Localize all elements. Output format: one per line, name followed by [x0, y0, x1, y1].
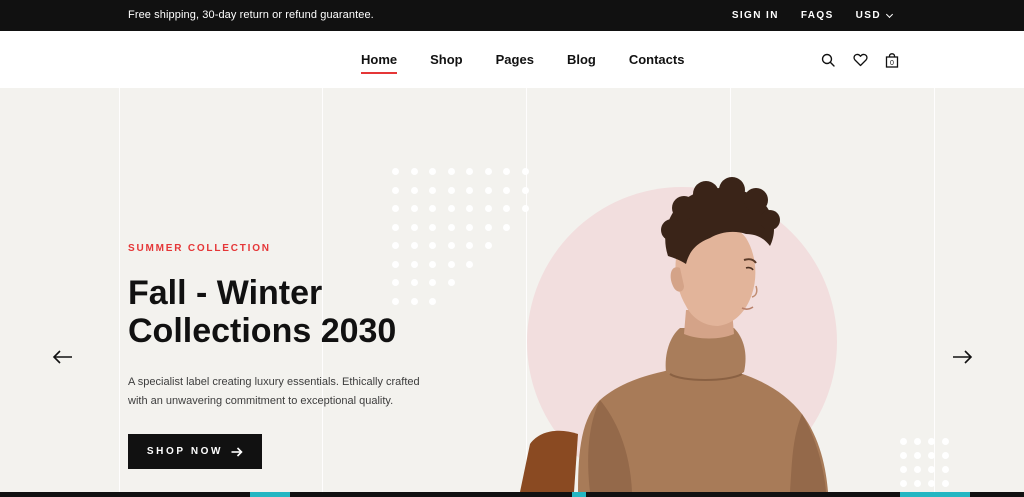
dot	[942, 480, 949, 487]
dot	[914, 466, 921, 473]
grid-line	[119, 88, 120, 492]
dot	[447, 168, 455, 175]
dot	[392, 186, 399, 194]
dot	[466, 242, 473, 249]
dot	[429, 186, 436, 194]
dot	[410, 260, 418, 268]
search-icon[interactable]	[820, 52, 836, 68]
slider-next-button[interactable]	[951, 346, 973, 368]
dot	[410, 223, 418, 231]
currency-label: USD	[855, 10, 881, 21]
promo-text: Free shipping, 30-day return or refund g…	[128, 9, 374, 21]
dot	[928, 452, 935, 459]
dot	[392, 168, 399, 175]
dot	[503, 186, 510, 194]
dot	[392, 205, 399, 212]
dot	[410, 242, 418, 249]
decorative-strip	[250, 492, 290, 497]
dot	[410, 168, 418, 175]
hero-title: Fall - Winter Collections 2030	[128, 274, 488, 350]
bag-icon[interactable]: 0	[884, 52, 900, 68]
dot	[429, 260, 436, 268]
header-icons: 0	[820, 52, 900, 68]
dot	[429, 205, 436, 212]
hero-eyebrow: SUMMER COLLECTION	[128, 243, 271, 254]
currency-select[interactable]: USD	[855, 10, 894, 21]
cart-count: 0	[890, 60, 894, 67]
dot	[484, 168, 492, 175]
dot	[503, 205, 510, 212]
dot	[392, 242, 399, 249]
dot	[466, 260, 473, 268]
dot	[484, 242, 492, 249]
chevron-down-icon	[885, 10, 894, 18]
main-header: Home Shop Pages Blog Contacts 0	[0, 31, 1024, 88]
nav-item-contacts[interactable]: Contacts	[629, 52, 685, 67]
slider-prev-button[interactable]	[52, 346, 74, 368]
dot	[447, 242, 455, 249]
dot	[466, 223, 473, 231]
dot	[484, 205, 492, 212]
shop-now-label: SHOP NOW	[146, 446, 224, 457]
dot	[429, 168, 436, 175]
dot	[942, 452, 949, 459]
arrow-right-icon	[231, 446, 243, 457]
dot	[410, 186, 418, 194]
hero-slider: SUMMER COLLECTION Fall - Winter Collecti…	[0, 88, 1024, 492]
dot	[928, 438, 935, 445]
decorative-strip	[900, 492, 970, 497]
dot	[484, 223, 492, 231]
arrow-right-icon	[953, 350, 973, 364]
dot	[914, 452, 921, 459]
nav-item-home[interactable]: Home	[361, 52, 398, 74]
dot	[503, 223, 510, 231]
hero-description-line: A specialist label creating luxury essen…	[128, 376, 420, 388]
faqs-link[interactable]: FAQS	[801, 10, 834, 21]
dot	[466, 205, 473, 212]
dot	[447, 223, 455, 231]
decorative-strip	[572, 492, 586, 497]
dot	[914, 438, 921, 445]
model-image	[520, 177, 828, 492]
dot	[942, 466, 949, 473]
arrow-left-icon	[52, 350, 72, 364]
dot	[942, 438, 949, 445]
next-section-edge	[0, 492, 1024, 497]
dot	[900, 480, 907, 487]
hero-title-line: Collections 2030	[128, 312, 397, 350]
dot	[484, 186, 492, 194]
dot	[429, 223, 436, 231]
nav-item-blog[interactable]: Blog	[567, 52, 596, 67]
dot	[900, 466, 907, 473]
heart-icon[interactable]	[852, 52, 868, 68]
dot	[928, 480, 935, 487]
dot	[900, 452, 907, 459]
dot	[900, 438, 907, 445]
nav-item-pages[interactable]: Pages	[496, 52, 534, 67]
top-links: SIGN IN FAQS USD	[732, 10, 894, 21]
nav-item-shop[interactable]: Shop	[430, 52, 463, 67]
dot	[466, 186, 473, 194]
main-nav: Home Shop Pages Blog Contacts	[361, 52, 685, 74]
dot	[447, 205, 455, 212]
sign-in-link[interactable]: SIGN IN	[732, 10, 779, 21]
dot	[447, 260, 455, 268]
dot	[914, 480, 921, 487]
shop-now-button[interactable]: SHOP NOW	[128, 434, 262, 469]
dot	[503, 168, 510, 175]
grid-line	[934, 88, 935, 492]
top-bar: Free shipping, 30-day return or refund g…	[0, 0, 1024, 31]
dot	[392, 223, 399, 231]
dot	[392, 260, 399, 268]
dot	[928, 466, 935, 473]
dot	[466, 168, 473, 175]
hero-title-line: Fall - Winter	[128, 274, 323, 312]
hero-description: A specialist label creating luxury essen…	[128, 373, 458, 411]
hero-description-line: with an unwavering commitment to excepti…	[128, 395, 394, 407]
dot	[410, 205, 418, 212]
dot	[447, 186, 455, 194]
dot	[429, 242, 436, 249]
